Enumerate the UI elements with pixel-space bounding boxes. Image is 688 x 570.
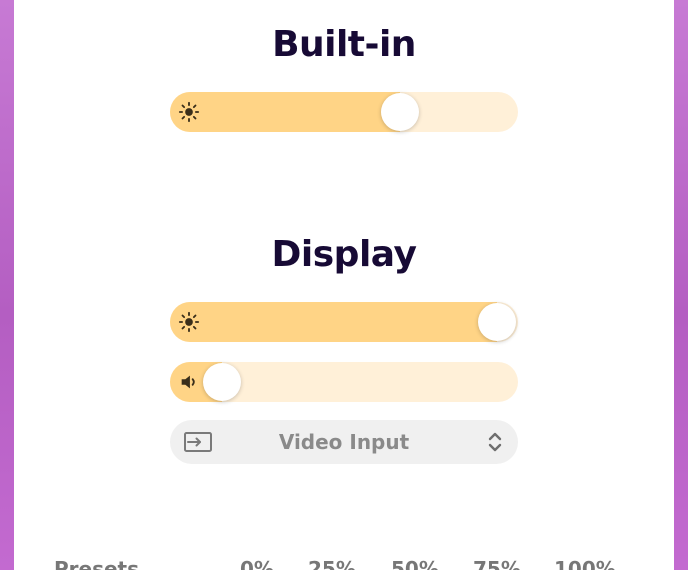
preset-100[interactable]: 100% <box>554 557 616 570</box>
chevron-updown-icon <box>488 432 502 452</box>
sun-icon <box>178 311 200 333</box>
display-brightness-fill <box>170 302 497 342</box>
display-brightness-knob[interactable] <box>478 303 516 341</box>
builtin-brightness-fill <box>170 92 400 132</box>
builtin-brightness-knob[interactable] <box>381 93 419 131</box>
video-input-selected-value: Video Input <box>278 430 410 454</box>
builtin-section-title: Built-in <box>272 24 416 65</box>
preset-75[interactable]: 75% <box>473 557 521 570</box>
presets-row: Presets 0% 25% 50% 75% 100% <box>54 557 654 570</box>
presets-label: Presets <box>54 557 140 570</box>
video-input-select[interactable]: Video Input <box>170 420 518 464</box>
display-volume-slider[interactable] <box>170 362 518 402</box>
speaker-icon <box>181 375 195 389</box>
display-section-title: Display <box>271 234 417 275</box>
preset-25[interactable]: 25% <box>308 557 356 570</box>
builtin-brightness-slider[interactable] <box>170 92 518 132</box>
display-volume-knob[interactable] <box>203 363 241 401</box>
preset-0[interactable]: 0% <box>240 557 274 570</box>
preset-50[interactable]: 50% <box>391 557 439 570</box>
display-brightness-slider[interactable] <box>170 302 518 342</box>
display-control-panel: Built-in Display Video Input Presets 0% … <box>14 0 674 570</box>
sun-icon <box>178 101 200 123</box>
